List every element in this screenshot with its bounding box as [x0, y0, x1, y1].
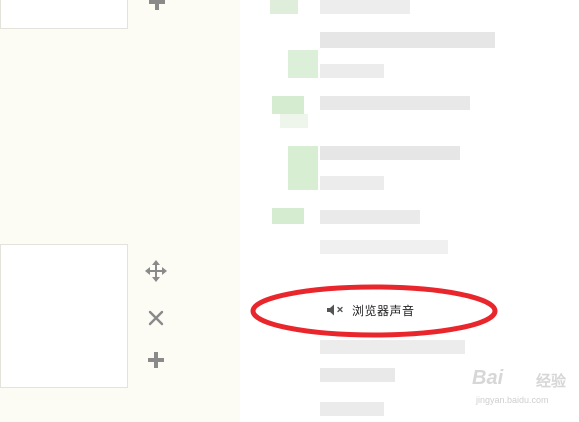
blurred-content-list	[240, 0, 579, 422]
content-panel-top[interactable]	[0, 0, 128, 29]
watermark-url: jingyan.baidu.com	[476, 395, 549, 405]
context-menu-item-label: 浏览器声音	[352, 303, 415, 318]
close-icon[interactable]	[146, 308, 166, 328]
watermark-brand-suffix: 经验	[536, 373, 567, 390]
move-icon[interactable]	[144, 259, 168, 283]
speaker-muted-icon	[326, 303, 346, 317]
watermark-brand: Bai	[472, 367, 504, 389]
context-menu-item-browser-sound[interactable]: 浏览器声音	[316, 295, 492, 325]
plus-icon[interactable]	[147, 0, 167, 12]
content-panel-bottom[interactable]	[0, 244, 128, 388]
plus-icon[interactable]	[146, 350, 166, 370]
